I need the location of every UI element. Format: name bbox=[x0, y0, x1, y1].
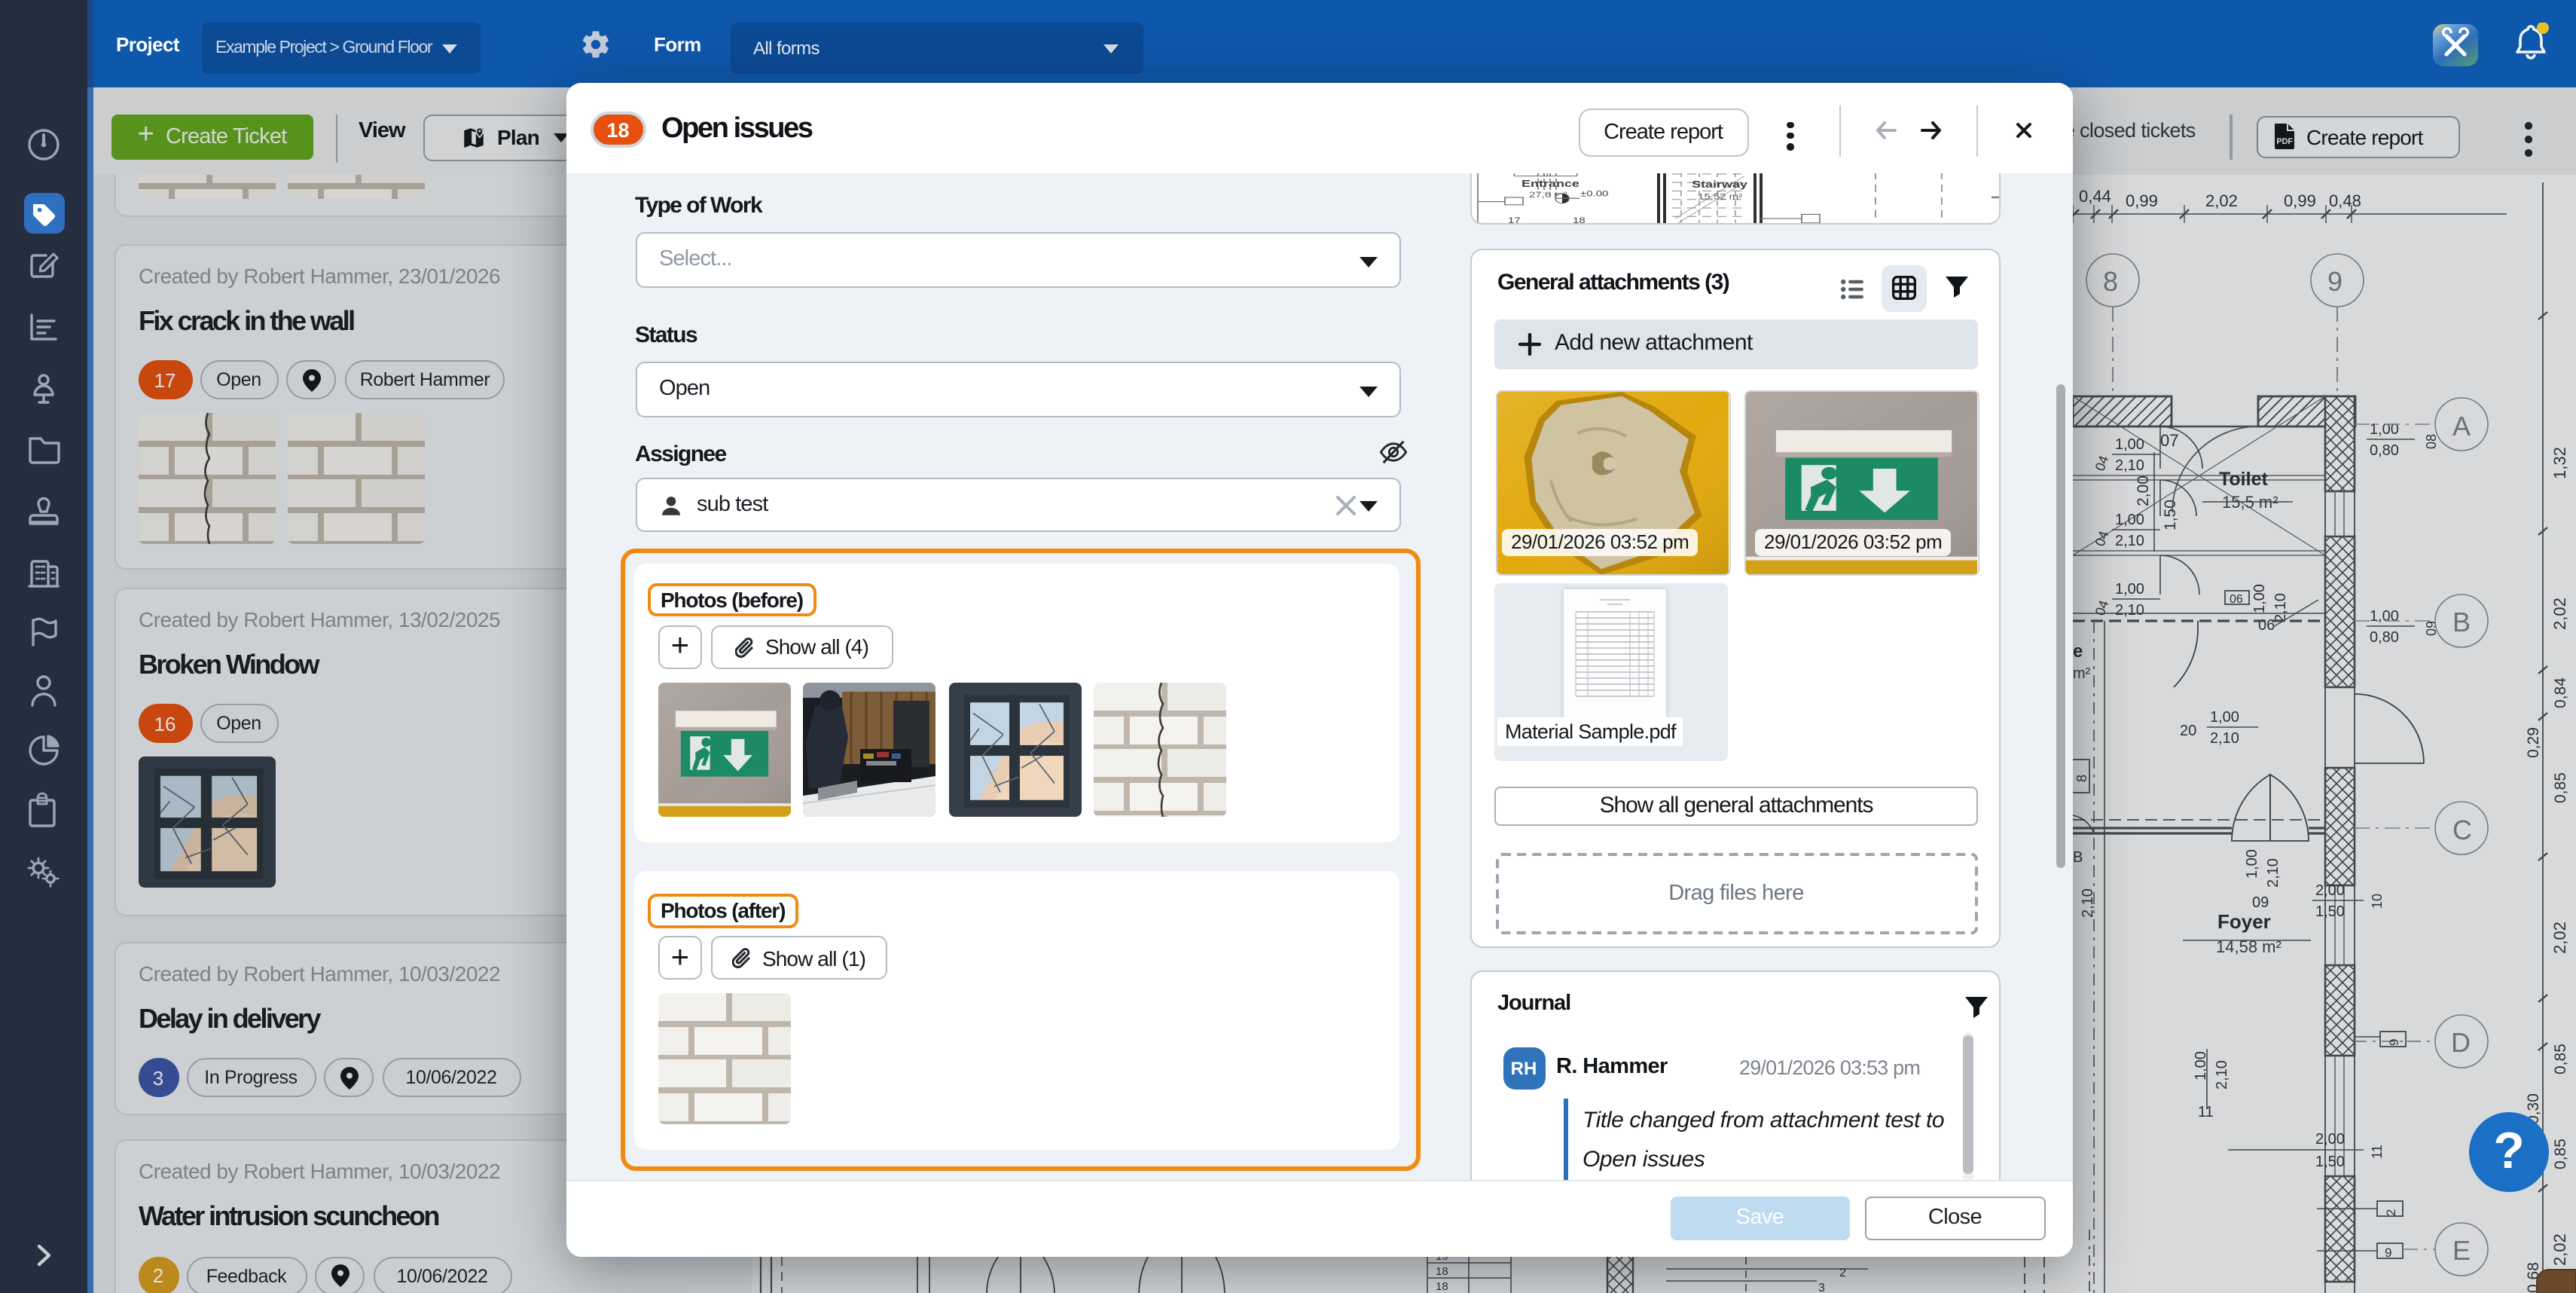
svg-text:15,52 m²: 15,52 m² bbox=[1697, 192, 1742, 201]
svg-text:17: 17 bbox=[1507, 216, 1520, 225]
svg-text:Entrance: Entrance bbox=[1521, 179, 1579, 189]
svg-text:±0.00: ±0.00 bbox=[1579, 189, 1607, 198]
svg-text:Stairway: Stairway bbox=[1691, 180, 1747, 191]
svg-text:18: 18 bbox=[1572, 216, 1585, 225]
